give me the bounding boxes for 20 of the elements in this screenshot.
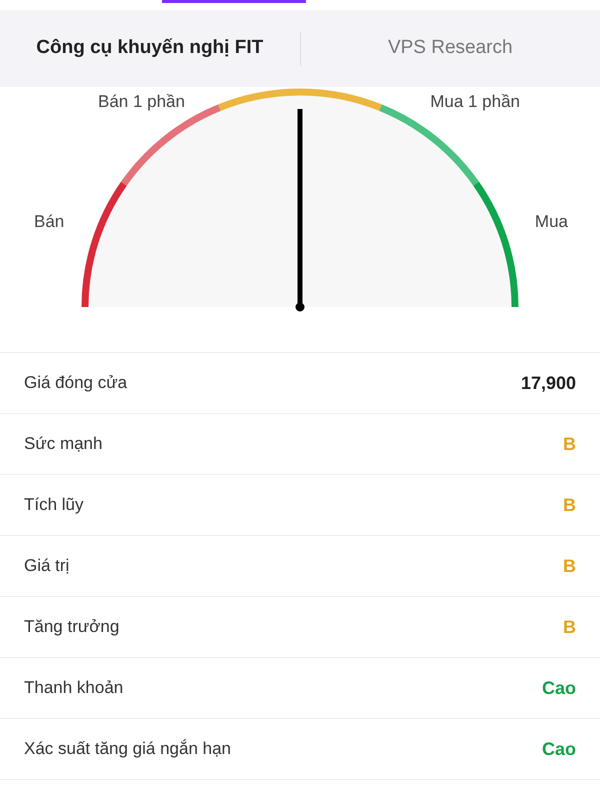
row-label: Tăng trưởng (24, 616, 120, 638)
row-value: Cao (542, 676, 576, 700)
row-label: Giá đóng cửa (24, 372, 128, 394)
tab[interactable]: Công cụ khuyến nghị FIT (0, 34, 300, 63)
row-label: Thanh khoản (24, 677, 124, 700)
row-value: B (563, 616, 576, 638)
row-value: B (563, 494, 576, 516)
tab[interactable]: VPS Research (300, 34, 600, 63)
row-label: Sức mạnh (24, 433, 102, 456)
row-label: Xác suất tăng giá ngắn hạn (24, 738, 231, 760)
row-label: Tích lũy (24, 494, 84, 516)
gauge-label: Bán (34, 211, 64, 233)
row-value: B (563, 554, 576, 578)
row-value: B (563, 432, 576, 456)
row-label: Giá trị (24, 555, 70, 578)
gauge-label: Bán 1 phần (98, 91, 185, 113)
gauge-label: Mua 1 phần (430, 91, 520, 113)
row-value: Cao (542, 738, 576, 760)
gauge-label: Mua (534, 211, 568, 233)
row-value: 17,900 (520, 372, 576, 394)
